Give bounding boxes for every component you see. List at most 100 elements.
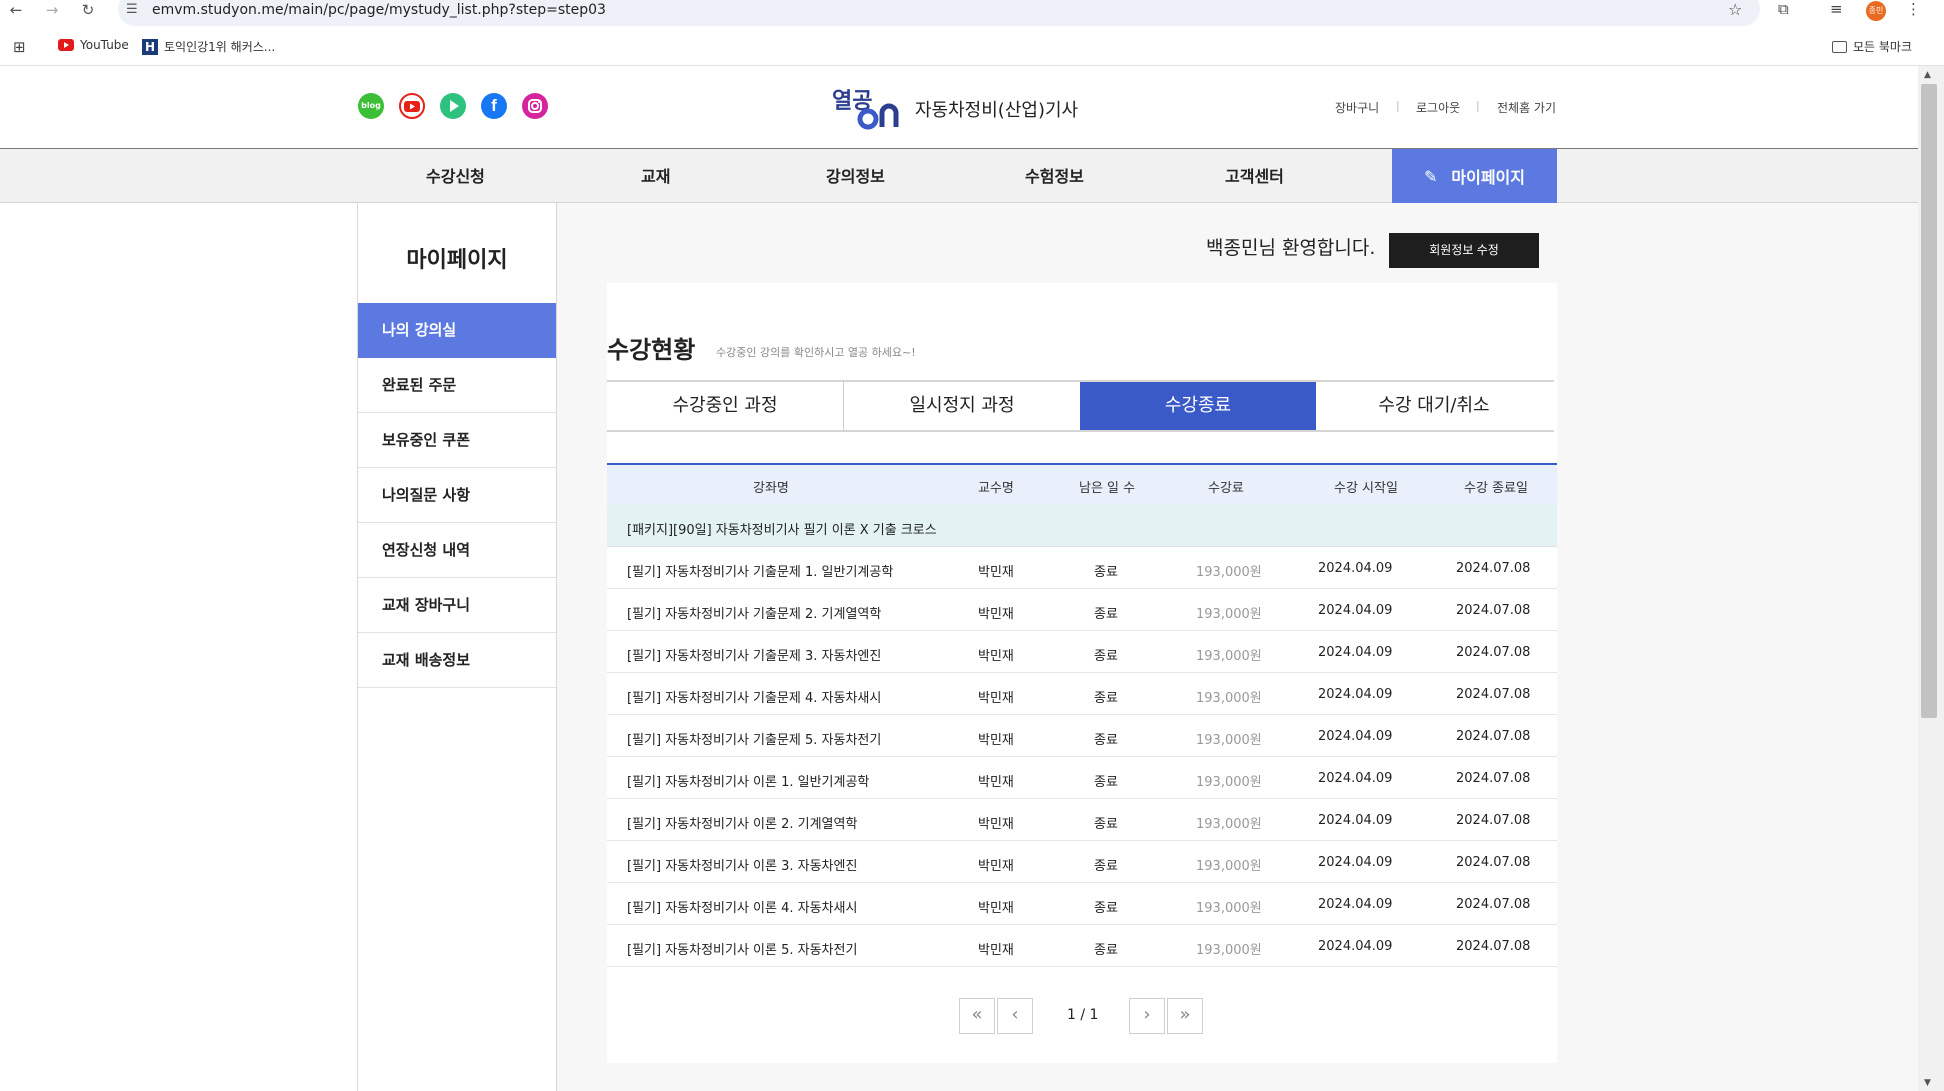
cell-course-name: [필기] 자동차정비기사 기출문제 4. 자동차새시 <box>627 691 882 706</box>
cell-professor: 박민재 <box>978 691 1014 706</box>
header-professor: 교수명 <box>978 481 1014 496</box>
cell-start-date: 2024.04.09 <box>1318 939 1393 954</box>
sidebar-title: 마이페이지 <box>406 248 508 273</box>
browser-toolbar: ← → ↻ ☰ emvm.studyon.me/main/pc/page/mys… <box>0 0 1944 26</box>
cell-fee: 193,000원 <box>1196 901 1262 916</box>
instagram-icon[interactable] <box>522 93 548 119</box>
hackers-icon: H <box>142 38 158 55</box>
play-icon[interactable] <box>440 93 466 119</box>
cart-link[interactable]: 장바구니 <box>1335 99 1379 116</box>
url-text[interactable]: emvm.studyon.me/main/pc/page/mystudy_lis… <box>152 2 606 18</box>
cell-remaining: 종료 <box>1094 775 1118 790</box>
bookmark-youtube[interactable]: YouTube <box>58 38 129 52</box>
scroll-down-icon[interactable]: ▼ <box>1924 1078 1931 1088</box>
facebook-icon[interactable]: f <box>481 93 507 119</box>
logout-link[interactable]: 로그아웃 <box>1416 99 1460 116</box>
site-info-icon[interactable]: ☰ <box>126 2 138 17</box>
bookmark-hackers[interactable]: H 토익인강1위 해커스... <box>142 38 275 55</box>
studyon-logo-icon[interactable]: 열공 <box>830 86 902 130</box>
cell-course-name: [필기] 자동차정비기사 이론 1. 일반기계공학 <box>627 775 870 790</box>
pencil-icon: ✎ <box>1423 166 1438 186</box>
bookmarks-bar: ⊞ YouTube H 토익인강1위 해커스... 모든 북마크 <box>0 30 1944 66</box>
back-arrow-icon[interactable]: ← <box>4 0 28 22</box>
tab-waiting-cancelled[interactable]: 수강 대기/취소 <box>1316 382 1552 430</box>
nav-textbooks[interactable]: 교재 <box>641 163 670 187</box>
prev-page-icon[interactable]: ‹ <box>997 998 1033 1034</box>
cell-professor: 박민재 <box>978 565 1014 580</box>
nav-mypage-label: 마이페이지 <box>1451 168 1525 187</box>
scroll-thumb[interactable] <box>1921 84 1937 718</box>
cell-course-name: [필기] 자동차정비기사 이론 3. 자동차엔진 <box>627 859 858 874</box>
sidebar-item-my-questions[interactable]: 나의질문 사항 <box>358 468 556 523</box>
page-title: 수강현황 <box>607 336 696 364</box>
package-name: [패키지][90일] 자동차정비기사 필기 이론 X 기출 크로스 <box>627 523 937 538</box>
extensions-icon[interactable]: ⧉ <box>1778 0 1789 18</box>
sidebar-item-textbook-shipping[interactable]: 교재 배송정보 <box>358 633 556 688</box>
sidebar-item-extension-requests[interactable]: 연장신청 내역 <box>358 523 556 578</box>
scroll-up-icon[interactable]: ▲ <box>1924 70 1931 80</box>
first-page-icon[interactable]: « <box>959 998 995 1034</box>
link-divider: | <box>1476 99 1480 112</box>
sidebar-item-my-classroom[interactable]: 나의 강의실 <box>358 303 556 358</box>
welcome-message: 백종민님 환영합니다. <box>1206 237 1376 259</box>
page-subtitle: 수강중인 강의를 확인하시고 열공 하세요~! <box>716 346 916 359</box>
site-title: 자동차정비(산업)기사 <box>915 100 1079 121</box>
tab-paused[interactable]: 일시정지 과정 <box>844 382 1080 430</box>
header-start-date: 수강 시작일 <box>1334 481 1398 496</box>
cell-start-date: 2024.04.09 <box>1318 813 1393 828</box>
cell-fee: 193,000원 <box>1196 859 1262 874</box>
cell-professor: 박민재 <box>978 859 1014 874</box>
forward-arrow-icon[interactable]: → <box>40 0 64 22</box>
page-indicator: 1 / 1 <box>1067 1007 1099 1023</box>
youtube-social-icon[interactable] <box>399 93 425 119</box>
all-bookmarks[interactable]: 모든 북마크 <box>1832 38 1912 55</box>
nav-customer-center[interactable]: 고객센터 <box>1225 163 1284 187</box>
cell-course-name: [필기] 자동차정비기사 기출문제 2. 기계열역학 <box>627 607 882 622</box>
cell-end-date: 2024.07.08 <box>1456 897 1531 912</box>
blog-icon[interactable]: blog <box>358 93 384 119</box>
nav-mypage[interactable]: ✎ 마이페이지 <box>1392 149 1557 203</box>
cell-professor: 박민재 <box>978 817 1014 832</box>
tab-in-progress[interactable]: 수강중인 과정 <box>607 382 843 430</box>
cell-professor: 박민재 <box>978 649 1014 664</box>
cell-remaining: 종료 <box>1094 901 1118 916</box>
sidebar-item-completed-orders[interactable]: 완료된 주문 <box>358 358 556 413</box>
cell-remaining: 종료 <box>1094 565 1118 580</box>
sidebar-item-textbook-cart[interactable]: 교재 장바구니 <box>358 578 556 633</box>
cell-remaining: 종료 <box>1094 691 1118 706</box>
last-page-icon[interactable]: » <box>1167 998 1203 1034</box>
cell-professor: 박민재 <box>978 901 1014 916</box>
apps-grid-icon[interactable]: ⊞ <box>13 38 26 56</box>
header-end-date: 수강 종료일 <box>1464 481 1528 496</box>
main-nav <box>0 148 1918 203</box>
cell-remaining: 종료 <box>1094 607 1118 622</box>
home-link[interactable]: 전체홈 가기 <box>1497 99 1556 116</box>
cell-remaining: 종료 <box>1094 817 1118 832</box>
header-fee: 수강료 <box>1208 481 1244 496</box>
nav-exam-info[interactable]: 수험정보 <box>1025 163 1084 187</box>
cell-fee: 193,000원 <box>1196 817 1262 832</box>
cell-fee: 193,000원 <box>1196 775 1262 790</box>
cell-professor: 박민재 <box>978 733 1014 748</box>
next-page-icon[interactable]: › <box>1129 998 1165 1034</box>
tab-search-icon[interactable]: ≡ <box>1830 0 1843 18</box>
cell-professor: 박민재 <box>978 943 1014 958</box>
cell-start-date: 2024.04.09 <box>1318 561 1393 576</box>
cell-fee: 193,000원 <box>1196 565 1262 580</box>
cell-fee: 193,000원 <box>1196 607 1262 622</box>
profile-avatar[interactable]: 종민 <box>1866 1 1886 21</box>
nav-lecture-info[interactable]: 강의정보 <box>826 163 885 187</box>
cell-end-date: 2024.07.08 <box>1456 771 1531 786</box>
cell-course-name: [필기] 자동차정비기사 이론 2. 기계열역학 <box>627 817 858 832</box>
cell-end-date: 2024.07.08 <box>1456 687 1531 702</box>
bookmark-star-icon[interactable]: ☆ <box>1728 0 1742 19</box>
edit-profile-button[interactable]: 회원정보 수정 <box>1389 233 1539 268</box>
sidebar-item-coupons[interactable]: 보유중인 쿠폰 <box>358 413 556 468</box>
reload-icon[interactable]: ↻ <box>76 0 100 22</box>
cell-remaining: 종료 <box>1094 733 1118 748</box>
nav-course-registration[interactable]: 수강신청 <box>426 163 485 187</box>
menu-kebab-icon[interactable]: ⋮ <box>1906 0 1921 18</box>
cell-remaining: 종료 <box>1094 859 1118 874</box>
cell-start-date: 2024.04.09 <box>1318 729 1393 744</box>
tab-completed[interactable]: 수강종료 <box>1080 382 1316 430</box>
